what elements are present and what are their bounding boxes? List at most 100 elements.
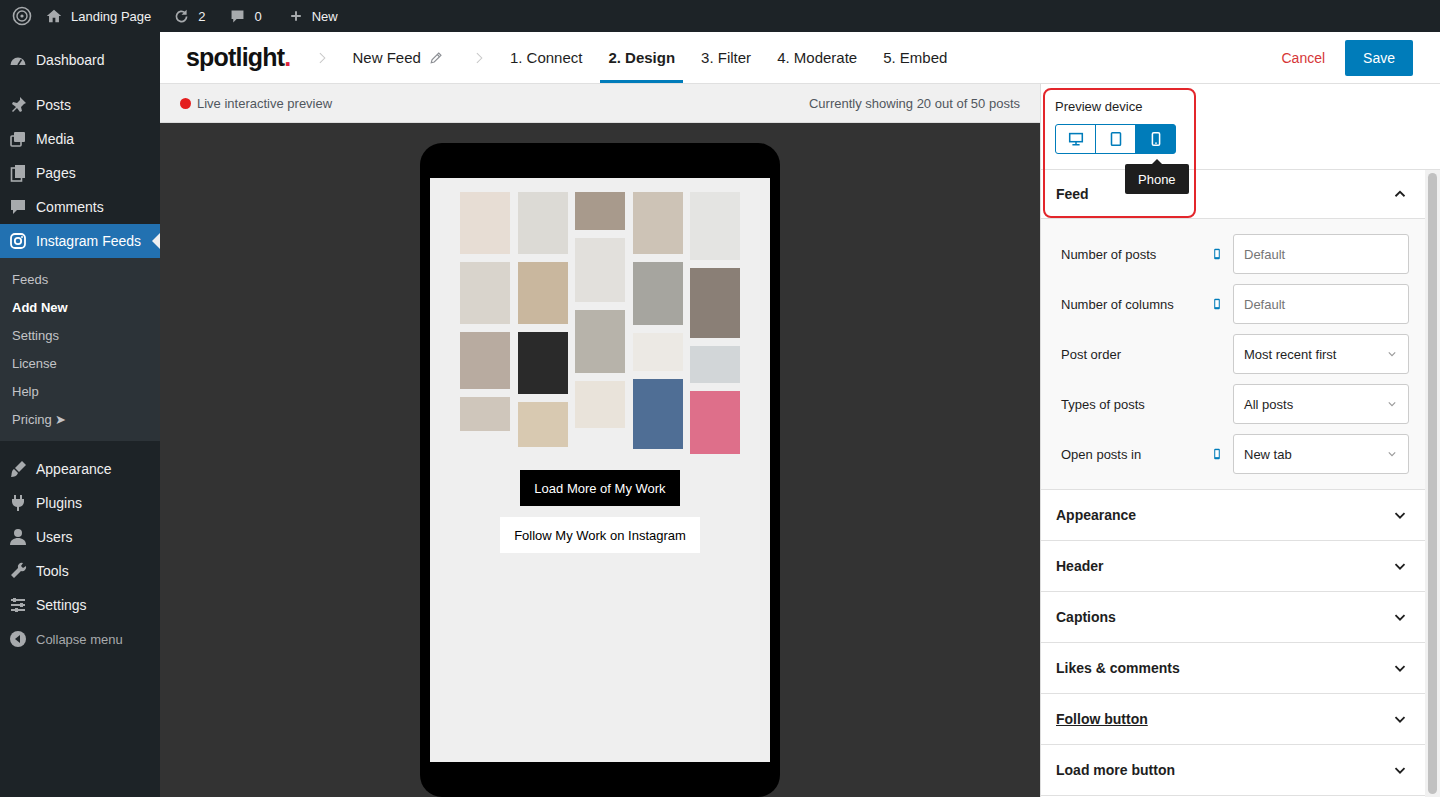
feed-name[interactable]: New Feed bbox=[353, 49, 421, 66]
field-label: Number of posts bbox=[1061, 247, 1207, 262]
select-field[interactable]: New tab bbox=[1233, 434, 1409, 474]
sidebar-item[interactable]: Pages bbox=[0, 156, 160, 190]
phone-device-button[interactable] bbox=[1135, 124, 1176, 154]
wizard-step[interactable]: 3. Filter bbox=[693, 32, 759, 83]
feed-photo[interactable] bbox=[518, 332, 568, 394]
new-link[interactable]: New bbox=[280, 0, 346, 32]
phone-icon bbox=[1210, 245, 1224, 263]
step-label: 3. Filter bbox=[701, 49, 751, 66]
feed-photo[interactable] bbox=[460, 332, 510, 389]
sidebar-item[interactable]: Appearance bbox=[0, 452, 160, 486]
scrollbar[interactable] bbox=[1425, 170, 1440, 797]
media-icon bbox=[0, 129, 36, 149]
feed-photo[interactable] bbox=[460, 262, 510, 324]
sidebar-item[interactable]: Users bbox=[0, 520, 160, 554]
site-name[interactable]: Landing Page bbox=[37, 0, 159, 32]
chevron-down-icon bbox=[1391, 710, 1409, 728]
follow-button[interactable]: Follow My Work on Instagram bbox=[500, 517, 700, 553]
sidebar-subitem[interactable]: Settings bbox=[0, 321, 160, 349]
sidebar-subitem[interactable]: Pricing ➤ bbox=[0, 405, 160, 433]
phone-frame: Load More of My Work Follow My Work on In… bbox=[420, 143, 780, 797]
feed-photo[interactable] bbox=[633, 333, 683, 371]
sidebar-subitem[interactable]: Help bbox=[0, 377, 160, 405]
section-title: Feed bbox=[1056, 186, 1089, 202]
feed-photo[interactable] bbox=[575, 192, 625, 230]
feed-photo[interactable] bbox=[518, 262, 568, 324]
select-field[interactable]: Most recent first bbox=[1233, 334, 1409, 374]
admin-bar: Landing Page 2 0 New bbox=[0, 0, 1440, 32]
wordpress-logo[interactable] bbox=[0, 0, 37, 32]
logo-dot: . bbox=[284, 43, 290, 71]
live-indicator: Live interactive preview bbox=[180, 96, 332, 111]
updates-link[interactable]: 2 bbox=[165, 0, 213, 32]
sidebar-item[interactable]: Settings bbox=[0, 588, 160, 622]
section-header[interactable]: Feed bbox=[1041, 170, 1425, 219]
section-header[interactable]: Likes & comments bbox=[1041, 643, 1425, 694]
scrollbar-thumb[interactable] bbox=[1428, 173, 1437, 794]
sidebar-item-label: Collapse menu bbox=[36, 632, 123, 647]
sidebar-item[interactable]: Instagram Feeds bbox=[0, 224, 160, 258]
section-header[interactable]: Header bbox=[1041, 541, 1425, 592]
feed-photo[interactable] bbox=[518, 192, 568, 254]
feed-photo[interactable] bbox=[633, 379, 683, 449]
select-value: Most recent first bbox=[1244, 347, 1336, 362]
sidebar-item-label: Plugins bbox=[36, 495, 82, 511]
desktop-icon bbox=[1067, 130, 1085, 148]
sidebar-item-label: Comments bbox=[36, 199, 104, 215]
select-value: New tab bbox=[1244, 447, 1292, 462]
updates-count: 2 bbox=[198, 9, 205, 24]
desktop-device-button[interactable] bbox=[1055, 124, 1096, 154]
dashboard-icon bbox=[0, 50, 36, 70]
home-icon bbox=[45, 7, 63, 25]
wizard-step[interactable]: 2. Design bbox=[600, 32, 683, 83]
select-value: All posts bbox=[1244, 397, 1293, 412]
sidebar-item[interactable]: Comments bbox=[0, 190, 160, 224]
sidebar-subitem[interactable]: License bbox=[0, 349, 160, 377]
feed-photo[interactable] bbox=[633, 192, 683, 254]
sidebar-item[interactable]: Tools bbox=[0, 554, 160, 588]
feed-photo[interactable] bbox=[690, 192, 740, 260]
sidebar-subitem[interactable]: Feeds bbox=[0, 265, 160, 293]
section-header[interactable]: Follow button bbox=[1041, 694, 1425, 745]
sidebar-item[interactable]: Dashboard bbox=[0, 43, 160, 77]
wizard-step[interactable]: 1. Connect bbox=[502, 32, 591, 83]
save-button[interactable]: Save bbox=[1345, 40, 1413, 76]
collapse-icon bbox=[0, 629, 36, 649]
feed-photo[interactable] bbox=[460, 397, 510, 431]
logo-text: spotlight bbox=[186, 43, 284, 71]
cancel-button[interactable]: Cancel bbox=[1271, 50, 1335, 66]
field-label: Post order bbox=[1061, 347, 1207, 362]
tablet-device-button[interactable] bbox=[1095, 124, 1136, 154]
load-more-button[interactable]: Load More of My Work bbox=[520, 470, 679, 506]
wizard-step[interactable]: 4. Moderate bbox=[769, 32, 865, 83]
responsive-slot bbox=[1207, 445, 1227, 463]
section-header[interactable]: Captions bbox=[1041, 592, 1425, 643]
number-input[interactable] bbox=[1233, 234, 1409, 274]
feed-photo[interactable] bbox=[690, 268, 740, 338]
sidebar-item[interactable]: Media bbox=[0, 122, 160, 156]
feed-photo[interactable] bbox=[575, 310, 625, 373]
feed-column bbox=[633, 192, 683, 454]
sidebar-subitem[interactable]: Add New bbox=[0, 293, 160, 321]
section-header[interactable]: Load more button bbox=[1041, 745, 1425, 796]
sidebar-item-label: Appearance bbox=[36, 461, 112, 477]
sidebar-item[interactable]: Plugins bbox=[0, 486, 160, 520]
select-field[interactable]: All posts bbox=[1233, 384, 1409, 424]
section-header[interactable]: Appearance bbox=[1041, 490, 1425, 541]
wizard-steps: 1. Connect2. Design 3. Filter 4. Moderate5… bbox=[502, 32, 956, 83]
settings-scroll: FeedNumber of postsNumber of columnsPost… bbox=[1041, 170, 1440, 797]
feed-photo[interactable] bbox=[633, 262, 683, 325]
sidebar-subitem-label: Feeds bbox=[12, 272, 48, 287]
wizard-step[interactable]: 5. Embed bbox=[875, 32, 955, 83]
feed-photo[interactable] bbox=[518, 402, 568, 447]
number-input[interactable] bbox=[1233, 284, 1409, 324]
feed-photo[interactable] bbox=[460, 192, 510, 254]
feed-photo[interactable] bbox=[575, 238, 625, 302]
comments-icon bbox=[0, 197, 36, 217]
sidebar-item[interactable]: Posts bbox=[0, 88, 160, 122]
feed-photo[interactable] bbox=[690, 391, 740, 454]
collapse-menu[interactable]: Collapse menu bbox=[0, 622, 160, 656]
comments-link[interactable]: 0 bbox=[221, 0, 269, 32]
feed-photo[interactable] bbox=[575, 381, 625, 428]
feed-photo[interactable] bbox=[690, 346, 740, 383]
